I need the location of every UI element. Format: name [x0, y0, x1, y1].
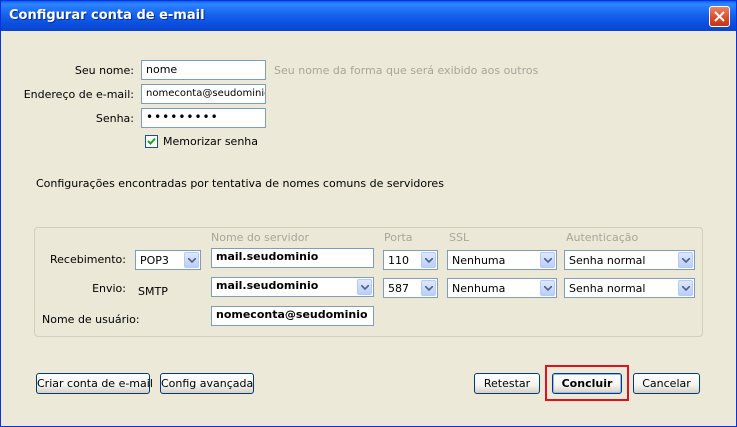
header-auth: Autenticação	[566, 231, 639, 244]
checkmark-icon	[147, 137, 156, 145]
remember-password-label[interactable]: Memorizar senha	[163, 135, 258, 148]
outgoing-protocol: SMTP	[138, 285, 168, 298]
retest-button[interactable]: Retestar	[474, 373, 540, 394]
username-label: Nome de usuário:	[42, 313, 140, 326]
chevron-down-icon	[421, 252, 436, 268]
username-input[interactable]: nomeconta@seudominio	[211, 306, 374, 326]
remember-password-checkbox[interactable]	[145, 135, 158, 148]
advanced-config-button[interactable]: Config avançada	[160, 373, 254, 394]
window-title: Configurar conta de e-mail	[9, 8, 205, 23]
outgoing-port-select[interactable]: 587	[383, 278, 438, 298]
chevron-down-icon	[540, 280, 555, 296]
chevron-down-icon	[540, 252, 555, 268]
email-label: Endereço de e-mail:	[23, 88, 134, 101]
done-button[interactable]: Concluir	[552, 373, 622, 394]
title-bar[interactable]: Configurar conta de e-mail	[1, 1, 736, 31]
header-server-name: Nome do servidor	[211, 231, 309, 244]
incoming-protocol-select[interactable]: POP3	[135, 250, 201, 270]
outgoing-auth-select[interactable]: Senha normal	[564, 278, 695, 298]
outgoing-ssl-select[interactable]: Nenhuma	[447, 278, 557, 298]
header-ssl: SSL	[449, 231, 470, 244]
header-port: Porta	[384, 231, 413, 244]
incoming-ssl-select[interactable]: Nenhuma	[447, 250, 557, 270]
incoming-auth-select[interactable]: Senha normal	[564, 250, 695, 270]
outgoing-label: Envio:	[92, 282, 126, 295]
dialog-window: Configurar conta de e-mail Seu nome: nom…	[0, 0, 737, 427]
name-hint: Seu nome da forma que será exibido aos o…	[274, 64, 539, 77]
chevron-down-icon	[357, 279, 372, 295]
chevron-down-icon	[678, 252, 693, 268]
close-icon	[714, 11, 725, 22]
chevron-down-icon	[678, 280, 693, 296]
incoming-port-select[interactable]: 110	[383, 250, 438, 270]
cancel-button[interactable]: Cancelar	[633, 373, 700, 394]
chevron-down-icon	[184, 252, 199, 268]
password-label: Senha:	[95, 112, 134, 125]
close-button[interactable]	[709, 6, 730, 27]
outgoing-server-select[interactable]: mail.seudominio	[211, 277, 374, 297]
name-input[interactable]: nome	[141, 60, 266, 80]
incoming-server-input[interactable]: mail.seudominio	[211, 248, 374, 268]
dialog-body: Seu nome: nome Seu nome da forma que ser…	[4, 31, 733, 423]
password-input[interactable]: •••••••••	[141, 108, 266, 128]
create-account-button[interactable]: Criar conta de e-mail	[36, 373, 153, 394]
email-input[interactable]: nomeconta@seudominio	[141, 84, 266, 104]
incoming-label: Recebimento:	[50, 253, 126, 266]
name-label: Seu nome:	[74, 64, 134, 77]
chevron-down-icon	[421, 280, 436, 296]
status-text: Configurações encontradas por tentativa …	[36, 177, 444, 190]
